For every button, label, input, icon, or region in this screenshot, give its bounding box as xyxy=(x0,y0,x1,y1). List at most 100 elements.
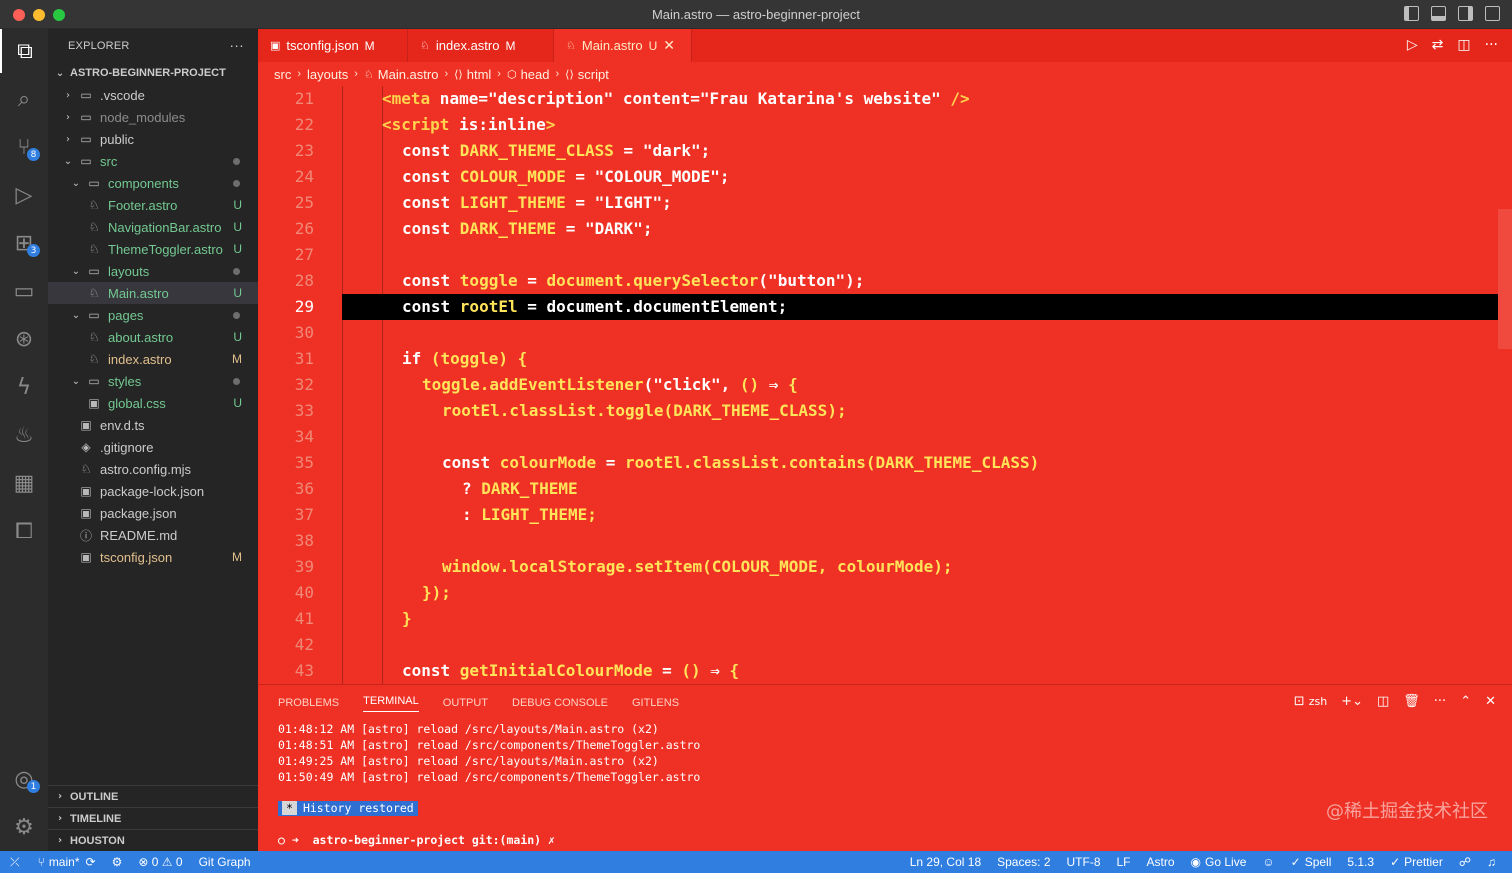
remote-explorer-icon[interactable]: ▭ xyxy=(0,269,48,313)
language-mode[interactable]: Astro xyxy=(1139,855,1183,869)
project-folder-header[interactable]: ⌄ ASTRO-BEGINNER-PROJECT xyxy=(48,62,258,84)
tab-output[interactable]: OUTPUT xyxy=(443,697,488,709)
git-graph-button[interactable]: Git Graph xyxy=(191,855,259,869)
tab-gitlens[interactable]: GITLENS xyxy=(632,697,679,709)
tab-index-astro[interactable]: ♘ index.astro M xyxy=(408,29,554,62)
breadcrumb-main-astro[interactable]: Main.astro xyxy=(378,67,439,82)
tree-item[interactable]: ▣ global.css U xyxy=(48,392,258,414)
breadcrumb-src[interactable]: src xyxy=(274,67,291,82)
extensions-icon[interactable]: ⊞ 3 xyxy=(0,221,48,265)
shell-name[interactable]: zsh xyxy=(1309,695,1327,708)
trash-icon[interactable]: 🗑 xyxy=(1403,694,1420,709)
tree-item[interactable]: ♘ about.astro U xyxy=(48,326,258,348)
prettier-button[interactable]: ✓ Prettier xyxy=(1382,855,1451,869)
tab-tsconfig-json[interactable]: ▣ tsconfig.json M xyxy=(258,29,408,62)
tab-label: tsconfig.json xyxy=(286,38,359,53)
remote-indicator-icon[interactable]: ⤫ xyxy=(0,855,30,870)
problems-indicator[interactable]: ⊗ 0 ⚠ 0 xyxy=(130,855,190,869)
feedback-icon[interactable]: ☍ xyxy=(1451,855,1479,869)
explorer-icon[interactable]: ⧉ xyxy=(0,29,48,73)
toggle-panel-icon[interactable] xyxy=(1431,6,1446,21)
tree-item-label: node_modules xyxy=(100,109,186,125)
breadcrumb-script[interactable]: script xyxy=(578,67,609,82)
breadcrumb-html[interactable]: html xyxy=(467,67,492,82)
copilot-icon[interactable]: ☺ xyxy=(1254,855,1282,869)
tree-item[interactable]: ⌄ ▭ styles xyxy=(48,370,258,392)
lightning-icon[interactable]: ϟ xyxy=(0,365,48,409)
tab-problems[interactable]: PROBLEMS xyxy=(278,697,339,709)
editor-scrollbar[interactable] xyxy=(1498,209,1512,349)
compare-changes-icon[interactable]: ⇄ xyxy=(1432,37,1444,53)
cursor-position[interactable]: Ln 29, Col 18 xyxy=(902,855,989,869)
tag-icon: ⟨⟩ xyxy=(454,67,463,81)
settings-gear-icon[interactable]: ⚙ xyxy=(0,805,48,849)
version[interactable]: 5.1.3 xyxy=(1339,855,1382,869)
accounts-icon[interactable]: ◎ 1 xyxy=(0,757,48,801)
git-graph-icon[interactable]: ⊛ xyxy=(0,317,48,361)
folder-file-icon: ▭ xyxy=(88,264,100,278)
tab-terminal[interactable]: TERMINAL xyxy=(363,695,419,712)
liveshare-icon[interactable]: ⧠ xyxy=(0,509,48,553)
tree-item-label: astro.config.mjs xyxy=(100,461,192,477)
tree-item[interactable]: ▣ package-lock.json xyxy=(48,480,258,502)
line-number: 24 xyxy=(294,167,314,186)
close-icon[interactable]: ✕ xyxy=(663,37,675,54)
search-icon[interactable]: ⌕ xyxy=(0,77,48,121)
liveshare-status-icon[interactable]: ⚙ xyxy=(104,855,131,869)
source-control-icon[interactable]: ⑂ 8 xyxy=(0,125,48,169)
houston-section[interactable]: › HOUSTON xyxy=(48,829,258,851)
tree-item[interactable]: ⓘ README.md xyxy=(48,524,258,546)
more-actions-icon[interactable]: ··· xyxy=(1485,37,1498,53)
customize-layout-icon[interactable] xyxy=(1485,6,1500,21)
tree-item[interactable]: ♘ NavigationBar.astro U xyxy=(48,216,258,238)
maximize-panel-icon[interactable]: ⌃ xyxy=(1460,694,1471,709)
explorer-sidebar: EXPLORER ··· ⌄ ASTRO-BEGINNER-PROJECT › ▭… xyxy=(48,29,258,851)
tree-item[interactable]: › ▭ public xyxy=(48,128,258,150)
outline-section[interactable]: › OUTLINE xyxy=(48,785,258,807)
tree-item[interactable]: ▣ package.json xyxy=(48,502,258,524)
tree-item[interactable]: ⌄ ▭ layouts xyxy=(48,260,258,282)
split-terminal-icon[interactable]: ◫ xyxy=(1377,694,1389,709)
toggle-primary-sidebar-icon[interactable] xyxy=(1404,6,1419,21)
run-icon[interactable]: ▷ xyxy=(1407,37,1418,53)
code-editor[interactable]: 21 <meta name="description" content="Frau… xyxy=(258,86,1512,684)
split-editor-icon[interactable]: ◫ xyxy=(1457,37,1470,53)
genie-icon[interactable]: ♨ xyxy=(0,413,48,457)
tree-item[interactable]: ♘ astro.config.mjs xyxy=(48,458,258,480)
branch-indicator[interactable]: ⑂ main* ⟳ xyxy=(30,855,104,869)
tab-untracked-mark: U xyxy=(648,38,658,53)
tree-item[interactable]: ◈ .gitignore xyxy=(48,436,258,458)
tree-item[interactable]: › ▭ .vscode xyxy=(48,84,258,106)
tree-item[interactable]: ♘ ThemeToggler.astro U xyxy=(48,238,258,260)
encoding[interactable]: UTF-8 xyxy=(1059,855,1109,869)
tab-debug-console[interactable]: DEBUG CONSOLE xyxy=(512,697,608,709)
spell-button[interactable]: ✓ Spell xyxy=(1283,855,1340,869)
more-actions-icon[interactable]: ··· xyxy=(1434,694,1446,709)
terminal[interactable]: 01:48:12 AM [astro] reload /src/layouts/… xyxy=(258,721,1512,848)
indentation[interactable]: Spaces: 2 xyxy=(989,855,1058,869)
tree-item[interactable]: ⌄ ▭ components xyxy=(48,172,258,194)
close-panel-icon[interactable]: ✕ xyxy=(1485,694,1496,709)
notifications-bell-icon[interactable]: ♫ xyxy=(1479,855,1504,869)
tree-item[interactable]: ▣ tsconfig.json M xyxy=(48,546,258,568)
chevron-down-icon: ⌄ xyxy=(71,265,81,277)
tree-item[interactable]: ♘ Main.astro U xyxy=(48,282,258,304)
tree-item[interactable]: ⌄ ▭ src xyxy=(48,150,258,172)
toggle-secondary-sidebar-icon[interactable] xyxy=(1458,6,1473,21)
tree-item[interactable]: ♘ Footer.astro U xyxy=(48,194,258,216)
docker-icon[interactable]: ▦ xyxy=(0,461,48,505)
timeline-section[interactable]: › TIMELINE xyxy=(48,807,258,829)
more-actions-icon[interactable]: ··· xyxy=(229,37,244,53)
go-live-button[interactable]: ◉ Go Live xyxy=(1183,855,1255,869)
end-of-line[interactable]: LF xyxy=(1109,855,1139,869)
tree-item[interactable]: ⌄ ▭ pages xyxy=(48,304,258,326)
new-terminal-icon[interactable]: +⌄ xyxy=(1341,694,1363,709)
tree-item[interactable]: ▣ env.d.ts xyxy=(48,414,258,436)
tab-main-astro[interactable]: ♘ Main.astro U ✕ xyxy=(554,29,692,62)
run-debug-icon[interactable]: ▷ xyxy=(0,173,48,217)
line-number: 22 xyxy=(294,115,314,134)
breadcrumb-layouts[interactable]: layouts xyxy=(307,67,348,82)
breadcrumb-head[interactable]: head xyxy=(521,67,550,82)
tree-item[interactable]: › ▭ node_modules xyxy=(48,106,258,128)
tree-item[interactable]: ♘ index.astro M xyxy=(48,348,258,370)
